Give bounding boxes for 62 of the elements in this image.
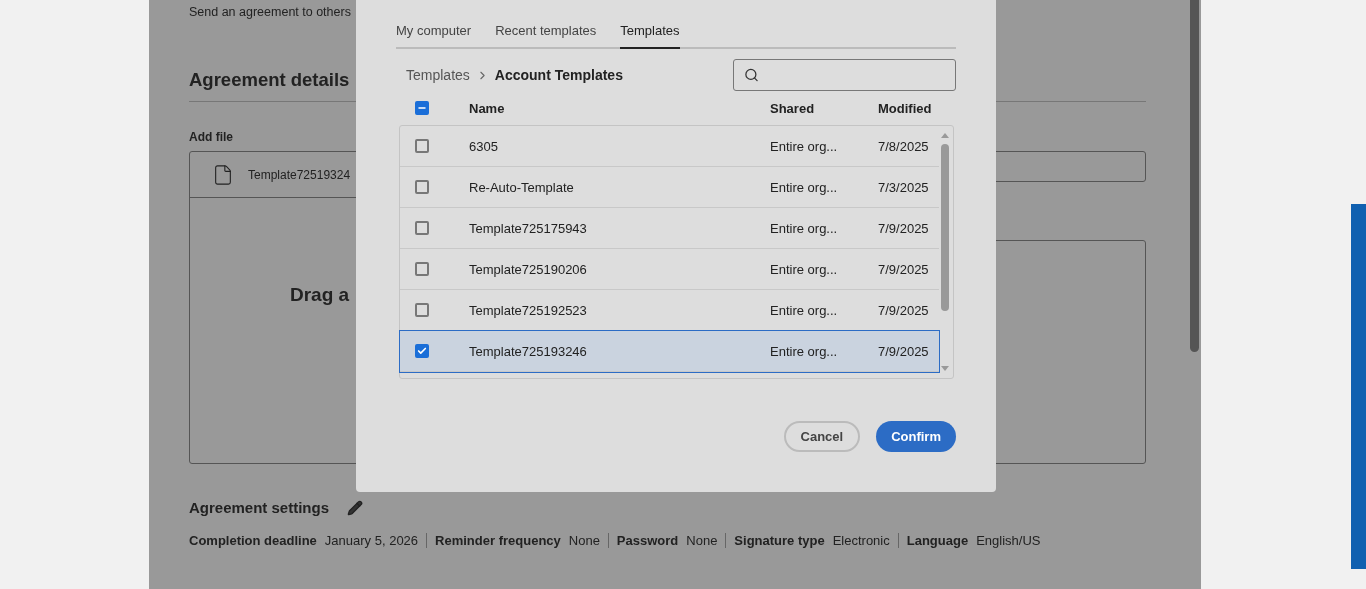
setting-label: Signature type	[734, 533, 825, 548]
checkbox[interactable]	[415, 221, 429, 235]
column-header: Shared	[770, 100, 816, 116]
template-row[interactable]: Template725192523 Entire org... 7/9/2025	[400, 290, 939, 331]
template-row[interactable]: Re-Auto-Template Entire org... 7/3/2025	[400, 167, 939, 208]
template-name: Template725190206	[469, 261, 588, 277]
shared-cell-text: Entire org...	[770, 261, 839, 277]
setting-value: None	[686, 533, 718, 548]
scrollbar[interactable]	[1190, 0, 1199, 352]
template-row[interactable]: Template725175943 Entire org... 7/9/2025	[400, 208, 939, 249]
checkbox[interactable]	[415, 139, 429, 153]
modified-date: 7/8/2025	[878, 138, 930, 154]
template-row[interactable]: 6305 Entire org... 7/8/2025	[400, 126, 939, 167]
confirm-button[interactable]: Confirm	[876, 421, 956, 452]
section-title: Agreement settings	[189, 499, 330, 516]
search-field[interactable]	[733, 59, 956, 91]
select-all-checkbox[interactable]	[415, 101, 429, 115]
modified-date: 7/3/2025	[878, 179, 930, 195]
setting-label: Completion deadline	[189, 533, 317, 548]
checkbox[interactable]	[415, 180, 429, 194]
breadcrumb-link[interactable]: Account Templates	[494, 67, 623, 83]
drop-text: Drag a	[290, 284, 350, 306]
column-header: Modified	[878, 100, 933, 116]
modified-date: 7/9/2025	[878, 220, 930, 236]
template-name: Template725175943	[469, 220, 588, 236]
shared-cell-text: Entire org...	[770, 220, 839, 236]
setting-label: Password	[616, 533, 679, 548]
setting-label: Language	[906, 533, 969, 548]
setting-label: Reminder frequency	[435, 533, 561, 548]
template-name: Re-Auto-Template	[469, 179, 575, 195]
template-row[interactable]: Template725190206 Entire org... 7/9/2025	[400, 249, 939, 290]
file-icon	[212, 163, 234, 186]
shared-cell-text: Entire org...	[770, 138, 839, 154]
modified-date: 7/9/2025	[878, 261, 930, 277]
tab[interactable]: Recent templates	[495, 0, 597, 49]
checkbox[interactable]	[415, 262, 429, 276]
template-name: Template725193246	[469, 343, 588, 359]
template-row[interactable]: Template725193246 Entire org... 7/9/2025	[400, 331, 939, 372]
setting-value: None	[568, 533, 600, 548]
shared-cell-text: Entire org...	[770, 343, 839, 359]
shared-cell-text: Entire org...	[770, 302, 839, 318]
tab[interactable]: Templates	[620, 0, 680, 49]
tab[interactable]: My computer	[396, 0, 472, 49]
modified-date: 7/9/2025	[878, 302, 930, 318]
modified-date: 7/9/2025	[878, 343, 930, 359]
template-name: Template725192523	[469, 302, 588, 318]
file-name: Template72519324	[248, 167, 352, 182]
edit-icon[interactable]	[347, 499, 364, 516]
intro-text: Send an agreement to others	[189, 4, 352, 21]
cancel-button[interactable]: Cancel	[783, 421, 861, 452]
check-icon	[417, 345, 427, 357]
setting-value: Electronic	[832, 533, 890, 548]
column-header: Name	[469, 100, 506, 116]
setting-value: English/US	[976, 533, 1041, 548]
setting-value: January 5, 2026	[324, 533, 419, 548]
template-name: 6305	[469, 138, 499, 154]
field-label: Add file	[189, 130, 234, 145]
search-icon	[744, 66, 759, 84]
checkbox[interactable]	[415, 344, 429, 358]
shared-cell-text: Entire org...	[770, 179, 839, 195]
checkbox[interactable]	[415, 303, 429, 317]
breadcrumb-link[interactable]: Templates	[406, 67, 470, 83]
